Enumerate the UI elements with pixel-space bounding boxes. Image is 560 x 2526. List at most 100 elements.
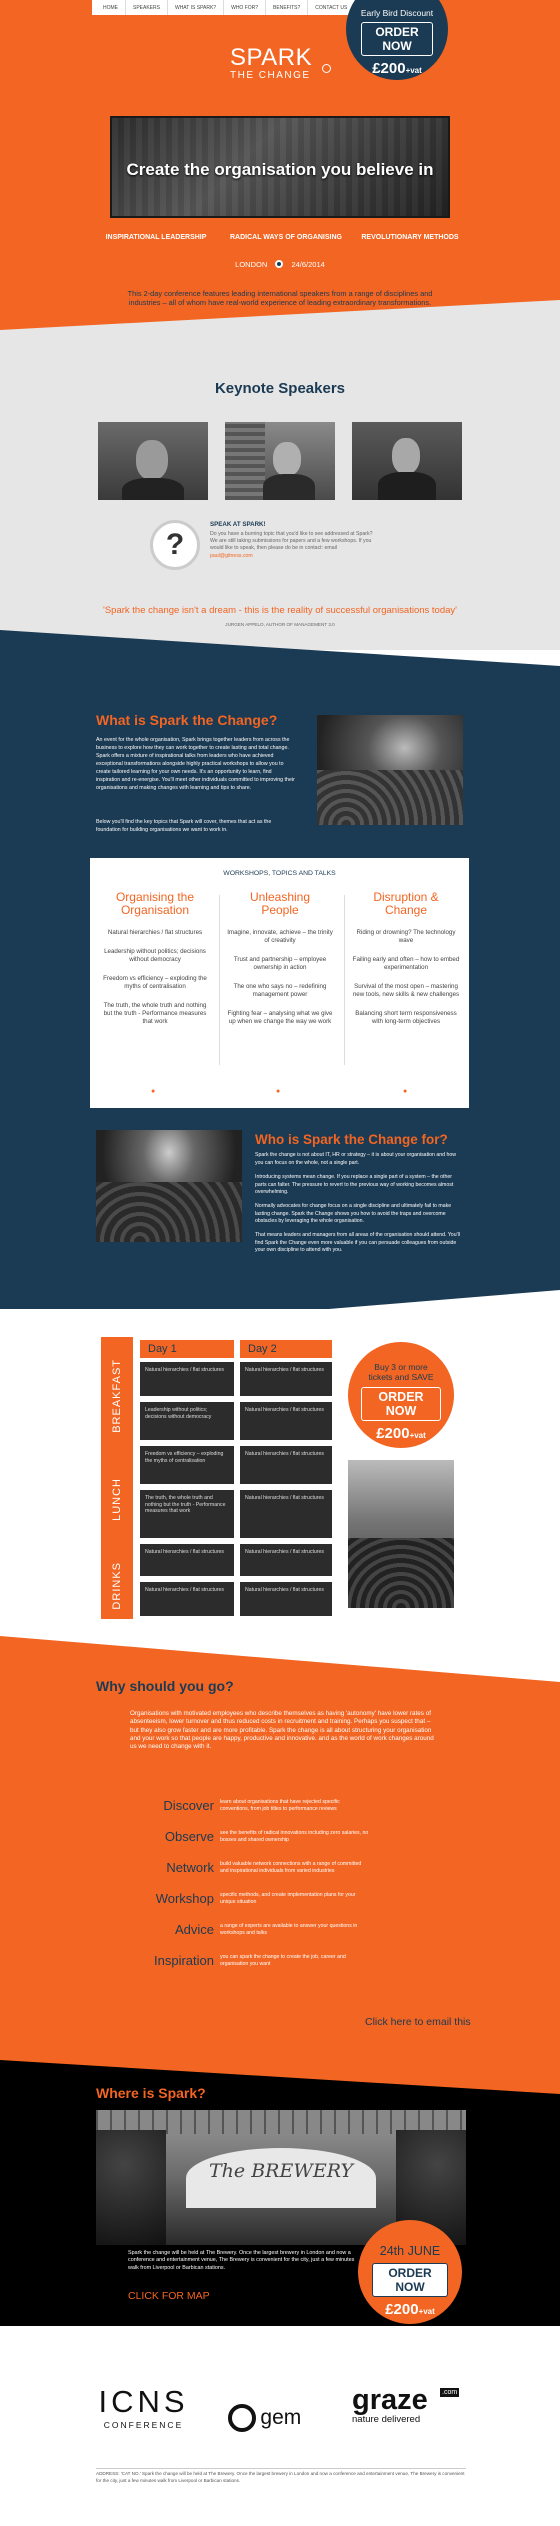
- speaker-photo-1[interactable]: [98, 422, 208, 500]
- why-item-advice: Advice a range of experts are available t…: [174, 1922, 358, 1937]
- column-2-item: Fighting fear – analysing what we give u…: [227, 1010, 333, 1025]
- event-date: 24/6/2014: [291, 260, 325, 269]
- column-2-item: Trust and partnership – employee ownersh…: [233, 956, 327, 971]
- what-slant: [0, 630, 560, 670]
- logo-spark-icon: [322, 64, 331, 73]
- schedule-cell: Natural hierarchies / flat structures: [140, 1582, 234, 1616]
- schedule-cell: Natural hierarchies / flat structures: [240, 1582, 332, 1616]
- what-para-2: Below you'll find the key topics that Sp…: [96, 819, 272, 833]
- event-city: LONDON: [235, 260, 268, 269]
- logo[interactable]: SPARK THE CHANGE: [230, 44, 340, 81]
- nav-benefits[interactable]: BENEFITS?: [266, 0, 309, 15]
- speak-call-email[interactable]: paul@gitness.com: [210, 553, 253, 559]
- why-item-discover: Discover learn about organisations that h…: [163, 1798, 340, 1813]
- speak-call-title: SPEAK AT SPARK!: [210, 521, 266, 528]
- lunch-label: LUNCH: [111, 1477, 123, 1521]
- who-title: Who is Spark the Change for?: [255, 1132, 448, 1147]
- pin-icon: [275, 260, 284, 268]
- venue-sign: The BREWERY: [209, 2160, 353, 2182]
- schedule-cell: Natural hierarchies / flat structures: [140, 1362, 234, 1396]
- what-title: What is Spark the Change?: [96, 712, 278, 728]
- where-title: Where is Spark?: [96, 2085, 206, 2101]
- column-1-item: The truth, the whole truth and nothing b…: [103, 1002, 207, 1025]
- workshops-title: WORKSHOPS, TOPICS AND TALKS: [223, 870, 336, 877]
- column-3-item: Balancing short term responsiveness with…: [355, 1010, 457, 1025]
- breakfast-label-bar: BREAKFAST: [101, 1337, 133, 1455]
- drinks-label: DRINKS: [111, 1562, 123, 1610]
- badge-order-button[interactable]: ORDER NOW: [361, 22, 433, 56]
- workshop-column-1: Organising the Organisation Natural hiera…: [100, 891, 210, 1026]
- pillar-2: RADICAL WAYS OF ORGANISING: [229, 234, 342, 241]
- speak-at-spark-block: SPEAK AT SPARK! Do you have a burning to…: [210, 521, 460, 560]
- schedule-cell: Freedom vs efficiency – exploding the my…: [140, 1446, 234, 1484]
- column-1-item: Freedom vs efficiency – exploding the my…: [103, 975, 207, 990]
- badge-price: £200+vat: [372, 60, 422, 77]
- day-2-header: Day 2: [240, 1340, 332, 1358]
- sponsor-graze[interactable]: graze nature delivered .com: [352, 2384, 464, 2425]
- column-divider: [219, 895, 220, 1065]
- sponsor-gem[interactable]: gem: [228, 2404, 338, 2432]
- sponsor-icns[interactable]: ICNS CONFERENCE: [96, 2384, 191, 2430]
- column-1-item: Leadership without politics; decisions w…: [104, 948, 206, 963]
- where-text: Spark the change will be held at The Bre…: [128, 2250, 355, 2271]
- schedule-cell: Natural hierarchies / flat structures: [240, 1544, 332, 1576]
- speakers-title: Keynote Speakers: [214, 380, 346, 397]
- footer-address: ADDRESS: 'CAT NO.' Spark the change will…: [96, 2471, 465, 2483]
- nav-who[interactable]: WHO FOR?: [224, 0, 267, 15]
- column-3-item: Failing early and often – how to embed e…: [352, 956, 460, 971]
- dot-icon: ●: [403, 1088, 408, 1095]
- dot-icon: ●: [151, 1088, 156, 1095]
- who-para-4: That means leaders and managers from all…: [255, 1232, 460, 1253]
- who-para-2: Introducing systems mean change. If you …: [255, 1174, 454, 1195]
- what-photo: [317, 715, 463, 825]
- speaker-photo-3[interactable]: [352, 422, 462, 500]
- what-para-1: An event for the whole organisation, Spa…: [96, 737, 295, 791]
- gem-logo-icon: [228, 2404, 256, 2432]
- schedule-photo: [348, 1460, 454, 1608]
- speak-call-text: Do you have a burning topic that you'd l…: [210, 531, 373, 559]
- who-slant: [0, 1290, 560, 1340]
- schedule-cell: Natural hierarchies / flat structures: [140, 1544, 234, 1576]
- workshop-column-3: Disruption & Change Riding or drowning? T…: [350, 891, 462, 1026]
- workshop-column-2: Unleashing People Imagine, innovate, achi…: [225, 891, 335, 1026]
- nav-home[interactable]: HOME: [96, 0, 126, 15]
- why-item-network: Network build valuable network connection…: [166, 1860, 362, 1875]
- footer-divider: [96, 2468, 466, 2469]
- schedule-cell: Natural hierarchies / flat structures: [240, 1362, 332, 1396]
- why-item-workshop: Workshop specific methods, and create imp…: [155, 1891, 356, 1906]
- offer-text: Buy 3 or more tickets and SAVE: [368, 1362, 434, 1382]
- hero-slant: [0, 300, 560, 360]
- who-photo: [96, 1130, 242, 1242]
- why-list: Discover learn about organisations that h…: [140, 1790, 370, 1976]
- group-offer-badge[interactable]: Buy 3 or more tickets and SAVE ORDER NOW…: [348, 1342, 454, 1448]
- email-this-link[interactable]: Click here to email this: [365, 2016, 471, 2028]
- nav-speakers[interactable]: SPEAKERS: [126, 0, 168, 15]
- speaker-placeholder-icon: ?: [150, 520, 200, 570]
- where-slant: [0, 2060, 560, 2100]
- who-para-3: Normally advocates for change focus on a…: [255, 1203, 452, 1224]
- speaker-photo-2[interactable]: [225, 422, 335, 500]
- column-1-item: Natural hierarchies / flat structures: [107, 929, 203, 936]
- offer-price: £200+vat: [376, 1425, 426, 1442]
- why-title: Why should you go?: [96, 1678, 234, 1694]
- venue-order-badge[interactable]: 24th JUNE ORDER NOW £200+vat: [358, 2220, 462, 2324]
- column-2-item: Imagine, innovate, achieve – the trinity…: [227, 929, 333, 944]
- event-location-date: LONDON 24/6/2014: [200, 260, 360, 269]
- map-link[interactable]: CLICK FOR MAP: [128, 2290, 210, 2302]
- venue-date: 24th JUNE: [379, 2244, 441, 2258]
- why-slant: [0, 1636, 560, 1686]
- column-2-item: The one who says no – redefining managem…: [233, 983, 327, 998]
- schedule-cell: The truth, the whole truth and nothing b…: [140, 1490, 234, 1538]
- why-intro: Organisations with motivated employees w…: [130, 1710, 434, 1751]
- schedule-cell: Natural hierarchies / flat structures: [240, 1490, 332, 1538]
- column-divider: [344, 895, 345, 1065]
- venue-order-button[interactable]: ORDER NOW: [372, 2263, 448, 2297]
- column-3-item: Riding or drowning? The technology wave: [356, 929, 456, 944]
- breakfast-label: BREAKFAST: [111, 1359, 123, 1433]
- nav-what[interactable]: WHAT IS SPARK?: [168, 0, 225, 15]
- testimonial-quote: 'Spark the change isn't a dream - this i…: [103, 605, 457, 616]
- offer-order-button[interactable]: ORDER NOW: [361, 1387, 441, 1421]
- schedule-cell: Leadership without politics; decisions w…: [140, 1402, 234, 1440]
- testimonial-author: JURGEN APPELO, AUTHOR OF MANAGEMENT 3.0: [225, 622, 335, 627]
- early-bird-badge[interactable]: Early Bird Discount ORDER NOW £200+vat: [346, 0, 448, 80]
